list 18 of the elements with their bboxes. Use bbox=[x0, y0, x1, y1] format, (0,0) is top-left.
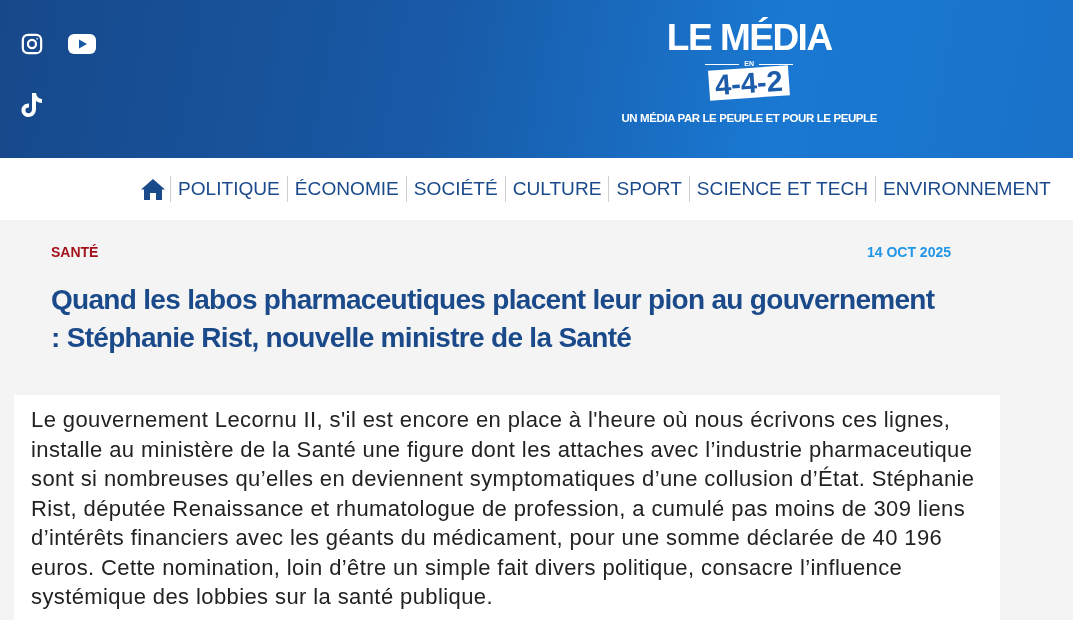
article-date: 14 OCT 2025 bbox=[866, 244, 951, 260]
article-paragraph: Le gouvernement Lecornu II, s'il est encore en place à l'heure où nous écrivons ces lignes, installe au ministère de la Santé une figure dont les attaches avec l’industrie pharmaceutique sont si nombreuses qu’elles en deviennent symptomatiques d’une collusion d’État. Stéphanie Rist, députée Renaissance et rhumatologue de profession, a cumulé pas moins de 309 liens d’intérêts financiers avec les géants du médicament, pour une somme déclarée de 40 196 euros. Cette nomination, loin d’être un simple fait divers politique, consacre l’influence systémique des lobbies sur la santé publique. bbox=[31, 406, 976, 611]
nav-link[interactable]: SPORT bbox=[608, 176, 689, 202]
logo-badge: 4-4-2 bbox=[708, 65, 790, 101]
camera-icon[interactable] bbox=[21, 33, 43, 55]
music-note-icon[interactable] bbox=[21, 93, 43, 117]
nav-link[interactable]: SCIENCE ET TECH bbox=[688, 176, 876, 202]
nav-link[interactable]: SOCIÉTÉ bbox=[405, 176, 505, 202]
tagline: UN MÉDIA PAR LE PEUPLE ET POUR LE PEUPLE bbox=[621, 112, 877, 124]
home-icon[interactable] bbox=[141, 178, 165, 200]
logo-title: LE MÉDIA bbox=[666, 18, 832, 58]
nav-link[interactable]: POLITIQUE bbox=[170, 176, 287, 202]
article-title: Quand les labos pharmaceutiques placent leur pion au gouvernement : Stéphanie Rist, nouvelle ministre de la Santé bbox=[51, 283, 936, 355]
nav-link[interactable]: ENVIRONNEMENT bbox=[875, 176, 1058, 202]
nav-link[interactable]: CULTURE bbox=[504, 176, 609, 202]
video-play-icon[interactable] bbox=[68, 34, 96, 54]
category-link[interactable]: SANTÉ bbox=[51, 244, 99, 260]
nav-link[interactable]: ÉCONOMIE bbox=[286, 176, 406, 202]
